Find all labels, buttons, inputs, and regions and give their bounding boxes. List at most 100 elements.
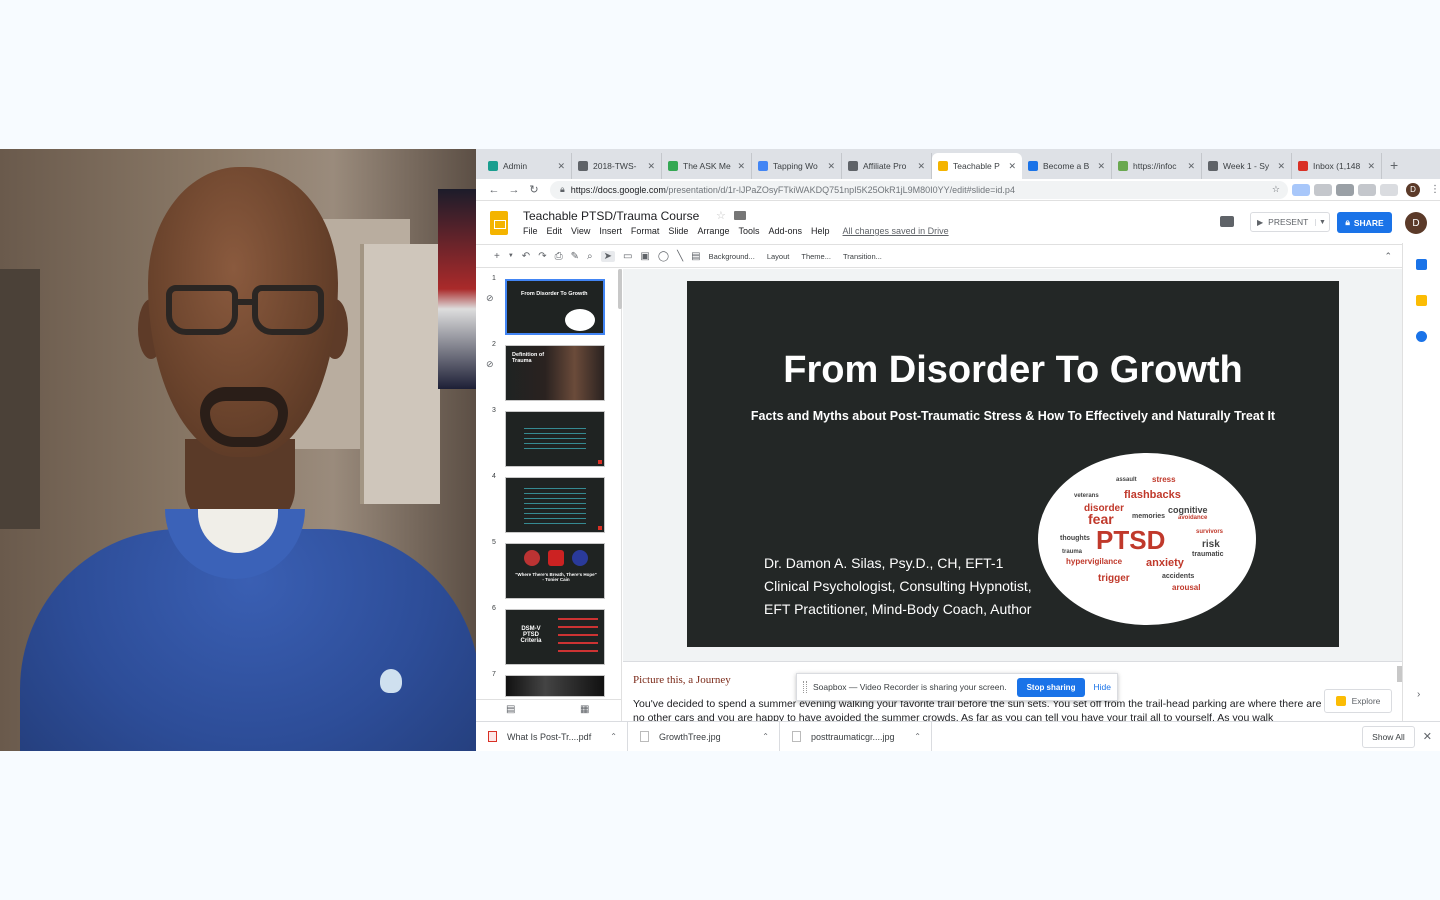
document-title[interactable]: Teachable PTSD/Trauma Course: [523, 209, 699, 223]
ptsd-word-cloud-image[interactable]: assault stress flashbacks veterans disor…: [1038, 453, 1256, 625]
browser-tab[interactable]: 2018-TWS- ✕: [572, 153, 662, 179]
current-slide[interactable]: From Disorder To Growth Facts and Myths …: [687, 281, 1339, 647]
menu-file[interactable]: File: [523, 226, 538, 236]
text-box-icon[interactable]: ▭: [623, 251, 632, 262]
tab-close-icon[interactable]: ✕: [1367, 161, 1375, 172]
tab-close-icon[interactable]: ✕: [827, 161, 835, 172]
explore-button[interactable]: Explore: [1324, 689, 1392, 713]
calendar-icon[interactable]: [1416, 259, 1427, 270]
slide-title[interactable]: From Disorder To Growth: [687, 349, 1339, 392]
browser-tab[interactable]: Become a B ✕: [1022, 153, 1112, 179]
slide-author-line[interactable]: Clinical Psychologist, Consulting Hypnot…: [764, 578, 1032, 594]
drag-handle-icon[interactable]: [803, 681, 807, 693]
extension-icon[interactable]: [1380, 183, 1398, 196]
slide-thumbnail[interactable]: [505, 411, 605, 467]
redo-icon[interactable]: ↷: [538, 251, 546, 262]
comment-icon[interactable]: [1220, 216, 1234, 227]
menu-format[interactable]: Format: [631, 226, 660, 236]
chevron-down-icon[interactable]: ▼: [1315, 218, 1329, 226]
tab-close-icon[interactable]: ✕: [1277, 161, 1285, 172]
browser-tab[interactable]: https://infoc ✕: [1112, 153, 1202, 179]
browser-tab[interactable]: Tapping Wo ✕: [752, 153, 842, 179]
undo-icon[interactable]: ↶: [522, 251, 530, 262]
list-view-icon[interactable]: ▤: [506, 704, 515, 715]
new-slide-icon[interactable]: +: [494, 251, 500, 262]
notes-title[interactable]: Picture this, a Journey: [633, 674, 731, 686]
star-icon[interactable]: ☆: [716, 209, 726, 222]
browser-tab[interactable]: Week 1 - Sy ✕: [1202, 153, 1292, 179]
tab-close-icon[interactable]: ✕: [917, 161, 925, 172]
chevron-up-icon[interactable]: ⌃: [610, 732, 617, 741]
menu-arrange[interactable]: Arrange: [697, 226, 729, 236]
collapse-toolbar-icon[interactable]: ⌃: [1384, 251, 1392, 262]
browser-menu-icon[interactable]: ⋮: [1430, 184, 1440, 195]
back-icon[interactable]: ←: [484, 184, 504, 196]
extension-icon[interactable]: [1314, 183, 1332, 196]
extension-icon[interactable]: [1292, 183, 1310, 196]
forward-icon[interactable]: →: [504, 184, 524, 196]
menu-view[interactable]: View: [571, 226, 590, 236]
tab-close-icon[interactable]: ✕: [737, 161, 745, 172]
chevron-up-icon[interactable]: ⌃: [914, 732, 921, 741]
slide-author-line[interactable]: Dr. Damon A. Silas, Psy.D., CH, EFT-1: [764, 555, 1003, 571]
slide-thumbnail[interactable]: From Disorder To Growth: [505, 279, 605, 335]
tab-close-icon[interactable]: ✕: [1187, 161, 1195, 172]
chevron-up-icon[interactable]: ⌃: [762, 732, 769, 741]
menu-tools[interactable]: Tools: [738, 226, 759, 236]
comment-add-icon[interactable]: ▤: [691, 251, 700, 262]
menu-edit[interactable]: Edit: [547, 226, 563, 236]
keep-icon[interactable]: [1416, 295, 1427, 306]
hide-button[interactable]: Hide: [1093, 682, 1110, 692]
zoom-icon[interactable]: ⌕: [587, 251, 593, 262]
bookmark-star-icon[interactable]: ☆: [1272, 184, 1280, 195]
select-cursor-icon[interactable]: ➤: [600, 250, 615, 262]
chevron-right-icon[interactable]: ›: [1417, 689, 1420, 700]
tab-close-icon[interactable]: ✕: [1008, 161, 1016, 172]
browser-tab-active[interactable]: Teachable P ✕: [932, 153, 1022, 179]
extension-icon[interactable]: [1358, 183, 1376, 196]
slide-subtitle[interactable]: Facts and Myths about Post-Traumatic Str…: [687, 409, 1309, 423]
folder-icon[interactable]: [734, 211, 746, 220]
theme-button[interactable]: Theme...: [801, 252, 831, 261]
slide-thumbnail[interactable]: [505, 675, 605, 697]
image-icon[interactable]: ▣: [640, 251, 649, 262]
slide-thumbnail[interactable]: DSM-V PTSD Criteria: [505, 609, 605, 665]
print-icon[interactable]: ⎙: [555, 251, 563, 262]
reload-icon[interactable]: ↻: [524, 183, 544, 196]
extension-icon[interactable]: [1336, 183, 1354, 196]
slide-thumbnail[interactable]: "Where There's Breath, There's Hope" - T…: [505, 543, 605, 599]
save-status[interactable]: All changes saved in Drive: [843, 226, 949, 236]
stop-sharing-button[interactable]: Stop sharing: [1016, 677, 1086, 697]
tasks-icon[interactable]: [1416, 331, 1427, 342]
paint-format-icon[interactable]: ✎: [571, 251, 579, 262]
grid-view-icon[interactable]: ▦: [580, 704, 589, 715]
slide-thumbnail[interactable]: Definition of Trauma: [505, 345, 605, 401]
transition-button[interactable]: Transition...: [843, 252, 882, 261]
menu-insert[interactable]: Insert: [599, 226, 622, 236]
browser-tab[interactable]: Affiliate Pro ✕: [842, 153, 932, 179]
menu-help[interactable]: Help: [811, 226, 830, 236]
slide-author-line[interactable]: EFT Practitioner, Mind-Body Coach, Autho…: [764, 601, 1031, 617]
browser-tab[interactable]: Admin ✕: [482, 153, 572, 179]
download-item[interactable]: posttraumaticgr....jpg ⌃: [780, 721, 932, 751]
tab-close-icon[interactable]: ✕: [647, 161, 655, 172]
shape-icon[interactable]: ◯: [658, 251, 669, 262]
browser-tab[interactable]: The ASK Me ✕: [662, 153, 752, 179]
download-item[interactable]: GrowthTree.jpg ⌃: [628, 721, 780, 751]
line-icon[interactable]: ╲: [677, 251, 683, 262]
google-slides-logo-icon[interactable]: [490, 211, 508, 235]
filmstrip-scrollbar[interactable]: [618, 269, 622, 309]
chevron-down-icon[interactable]: ▼: [508, 253, 514, 259]
profile-avatar[interactable]: D: [1406, 182, 1420, 197]
share-button[interactable]: 🔒︎ SHARE: [1337, 212, 1392, 233]
download-item[interactable]: What Is Post-Tr....pdf ⌃: [476, 721, 628, 751]
menu-addons[interactable]: Add-ons: [768, 226, 802, 236]
new-tab-icon[interactable]: +: [1382, 157, 1406, 179]
present-button[interactable]: ▶ PRESENT ▼: [1250, 212, 1330, 232]
layout-button[interactable]: Layout: [767, 252, 790, 261]
show-all-button[interactable]: Show All: [1362, 725, 1415, 748]
close-icon[interactable]: ✕: [1423, 730, 1432, 743]
url-input[interactable]: 🔒︎ https://docs.google.com/presentation/…: [550, 180, 1288, 199]
background-button[interactable]: Background...: [709, 252, 755, 261]
tab-close-icon[interactable]: ✕: [1097, 161, 1105, 172]
